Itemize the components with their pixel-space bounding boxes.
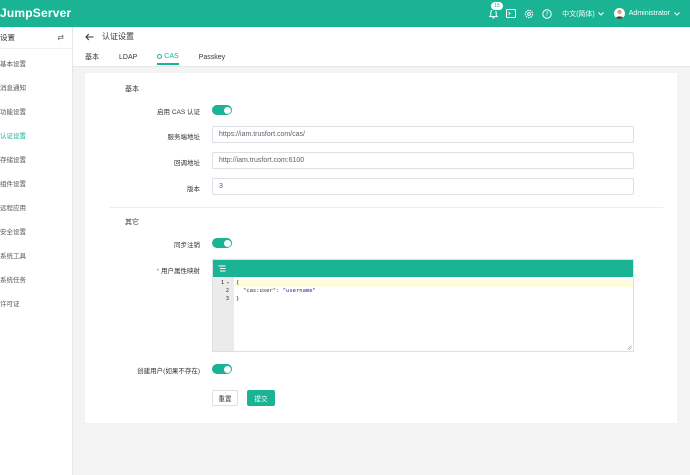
version-input[interactable]: 3 xyxy=(212,178,634,195)
back-arrow-icon[interactable] xyxy=(85,33,94,41)
notification-bell-icon[interactable]: 15 xyxy=(484,0,504,27)
section-title-basic: 基本 xyxy=(125,86,139,93)
sync-logout-label: 同步注销 xyxy=(174,242,200,249)
terminal-icon[interactable] xyxy=(502,0,520,27)
version-label: 版本 xyxy=(187,186,200,193)
tab-cas-label: CAS xyxy=(164,52,179,60)
page-title: 认证设置 xyxy=(102,32,134,41)
line-number: 1 ▾ xyxy=(220,280,229,286)
server-url-label: 服务端地址 xyxy=(167,134,201,141)
submit-button[interactable]: 提交 xyxy=(247,390,275,406)
required-asterisk: * xyxy=(156,268,160,275)
line-number: 2 xyxy=(225,288,229,294)
editor-body[interactable]: 1 ▾ 2 3 { "cas:user": "username" } xyxy=(213,277,633,351)
attribute-map-label: * 用户属性映射 xyxy=(85,265,200,275)
language-label: 中文(简体) xyxy=(562,10,595,18)
chevron-down-icon xyxy=(597,11,604,16)
tab-ldap[interactable]: LDAP xyxy=(119,52,137,65)
sidebar-item-security[interactable]: 安全设置 xyxy=(0,219,72,243)
user-menu[interactable]: Administrator xyxy=(613,8,680,19)
active-dot-icon xyxy=(157,53,163,59)
sidebar-item-tasks[interactable]: 系统任务 xyxy=(0,267,72,291)
username: Administrator xyxy=(628,10,670,17)
sidebar-item-components[interactable]: 组件设置 xyxy=(0,171,72,195)
top-navbar: JumpServer 15 ? 中文(简体) Administrator xyxy=(0,0,690,27)
avatar xyxy=(613,8,625,19)
create-user-toggle[interactable] xyxy=(212,364,232,374)
collapse-toggle-icon[interactable]: ⇄ xyxy=(57,33,64,42)
code-line-3: } xyxy=(236,296,240,302)
chevron-down-icon xyxy=(674,11,680,16)
sidebar-item-features[interactable]: 功能设置 xyxy=(0,99,72,123)
code-line-2: "cas:user": "username" xyxy=(235,287,633,295)
create-user-label: 创建用户(如果不存在) xyxy=(137,368,200,375)
sidebar-header: 设置 ⇄ xyxy=(0,27,72,49)
json-separator: : xyxy=(276,288,283,294)
settings-form-card: 基本 启用 CAS 认证 服务端地址 https://iam.trusfort.… xyxy=(85,73,677,423)
language-selector[interactable]: 中文(简体) xyxy=(562,9,604,19)
help-icon[interactable]: ? xyxy=(538,0,556,27)
callback-url-label: 回调地址 xyxy=(174,160,200,167)
json-value: "username" xyxy=(282,288,316,294)
attribute-map-json-editor[interactable]: 1 ▾ 2 3 { "cas:user": "username" } xyxy=(212,259,634,352)
server-url-input[interactable]: https://iam.trusfort.com/cas/ xyxy=(212,126,634,143)
page-header: 认证设置 基本 LDAP CAS Passkey xyxy=(73,27,690,67)
svg-text:?: ? xyxy=(546,11,549,18)
tab-basic[interactable]: 基本 xyxy=(85,52,99,65)
sidebar: 设置 ⇄ 基本设置 消息通知 功能设置 认证设置 存储设置 组件设置 远程应用 … xyxy=(0,27,73,475)
sidebar-item-remote-apps[interactable]: 远程应用 xyxy=(0,195,72,219)
tab-bar: 基本 LDAP CAS Passkey xyxy=(85,52,225,65)
sidebar-item-storage[interactable]: 存储设置 xyxy=(0,147,72,171)
settings-gear-icon[interactable] xyxy=(520,0,538,27)
callback-url-input[interactable]: http://iam.trusfort.com:6100 xyxy=(212,152,634,169)
sidebar-item-tools[interactable]: 系统工具 xyxy=(0,243,72,267)
enable-cas-toggle[interactable] xyxy=(212,105,232,115)
section-divider xyxy=(110,207,663,208)
json-key: "cas:user" xyxy=(243,288,277,294)
brand-logo-text[interactable]: JumpServer xyxy=(0,6,71,20)
line-number: 3 xyxy=(225,296,229,302)
sidebar-item-auth[interactable]: 认证设置 xyxy=(0,123,72,147)
editor-toolbar xyxy=(213,260,633,277)
sidebar-item-license[interactable]: 许可证 xyxy=(0,291,72,315)
tab-cas[interactable]: CAS xyxy=(157,52,179,65)
sync-logout-toggle[interactable] xyxy=(212,238,232,248)
enable-cas-label: 启用 CAS 认证 xyxy=(157,109,200,116)
format-json-icon[interactable] xyxy=(218,265,226,272)
sidebar-item-notifications[interactable]: 消息通知 xyxy=(0,75,72,99)
attribute-map-label-text: 用户属性映射 xyxy=(161,268,200,275)
reset-button[interactable]: 重置 xyxy=(212,390,238,406)
tab-passkey[interactable]: Passkey xyxy=(199,52,225,65)
sidebar-item-basic[interactable]: 基本设置 xyxy=(0,51,72,75)
sidebar-title: 设置 xyxy=(0,33,15,42)
resize-handle-icon[interactable] xyxy=(627,345,632,350)
code-line-1: { xyxy=(235,279,633,287)
section-title-other: 其它 xyxy=(125,219,139,226)
